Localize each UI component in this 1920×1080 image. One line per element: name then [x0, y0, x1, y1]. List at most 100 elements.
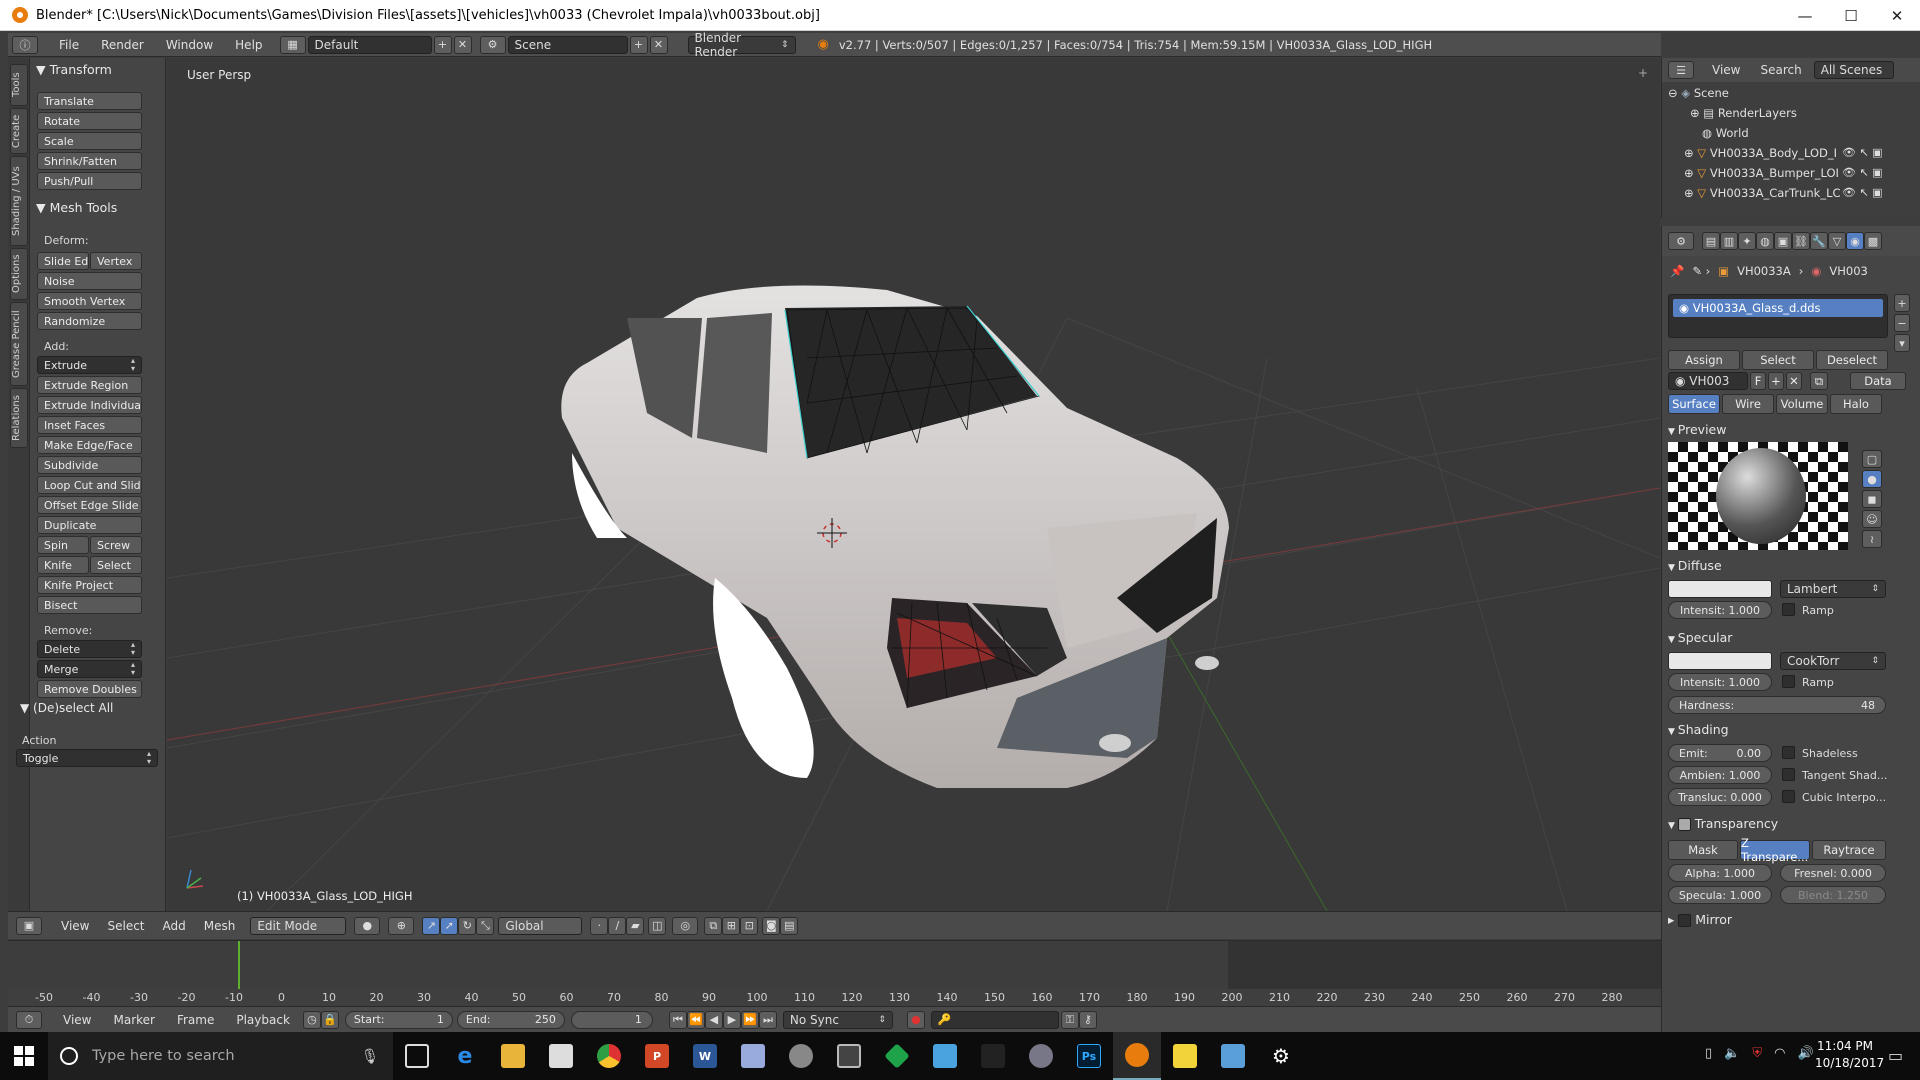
- specular-intensity-field[interactable]: Intensit: 1.000: [1668, 673, 1772, 691]
- outliner-item-world[interactable]: ◍ World: [1702, 126, 1749, 140]
- outliner-menu-view[interactable]: View: [1712, 63, 1740, 77]
- preview-monkey-icon[interactable]: ☺: [1862, 510, 1882, 528]
- paint-app-icon[interactable]: [921, 1032, 969, 1080]
- randomize-button[interactable]: Randomize: [37, 312, 142, 330]
- jump-start-icon[interactable]: ⏮: [668, 1010, 687, 1029]
- manipulator-icon[interactable]: ↗: [422, 916, 441, 935]
- edge-browser-icon[interactable]: e: [441, 1032, 489, 1080]
- timeline-menu-playback[interactable]: Playback: [225, 1013, 301, 1027]
- spin-button[interactable]: Spin: [37, 536, 89, 554]
- settings-gear-icon[interactable]: ⚙: [1257, 1032, 1305, 1080]
- tab-relations[interactable]: Relations: [10, 388, 28, 448]
- translate-button[interactable]: Translate: [37, 92, 142, 110]
- properties-editor-icon[interactable]: ⚙: [1668, 232, 1694, 250]
- scale-button[interactable]: Scale: [37, 132, 142, 150]
- notepad-icon[interactable]: [729, 1032, 777, 1080]
- maximize-button[interactable]: ☐: [1828, 0, 1874, 31]
- outliner-item-body[interactable]: ⊕ ▽ VH0033A_Body_LOD_I: [1684, 146, 1837, 160]
- extrude-dropdown[interactable]: Extrude: [37, 356, 142, 374]
- make-edge-face-button[interactable]: Make Edge/Face: [37, 436, 142, 454]
- windows-start-icon[interactable]: [14, 1046, 34, 1066]
- preview-range-icon[interactable]: ◷: [302, 1010, 321, 1029]
- photoshop-icon[interactable]: Ps: [1065, 1032, 1113, 1080]
- proportional-edit-icon[interactable]: ◎: [672, 916, 699, 935]
- scene-selector[interactable]: Scene: [507, 35, 628, 54]
- material-context-icon[interactable]: ◉: [1846, 232, 1864, 250]
- fake-user-button[interactable]: F: [1750, 372, 1766, 390]
- inset-faces-button[interactable]: Inset Faces: [37, 416, 142, 434]
- smooth-vertex-button[interactable]: Smooth Vertex: [37, 292, 142, 310]
- chrome-icon[interactable]: [585, 1032, 633, 1080]
- noise-button[interactable]: Noise: [37, 272, 142, 290]
- hardness-field[interactable]: Hardness: 48: [1668, 696, 1886, 714]
- deselect-all-panel-header[interactable]: ▼ (De)select All: [20, 701, 113, 715]
- link-data-dropdown[interactable]: Data: [1850, 372, 1906, 390]
- knife-project-button[interactable]: Knife Project: [37, 576, 142, 594]
- material-slot-item[interactable]: ◉ VH0033A_Glass_d.dds: [1673, 299, 1883, 317]
- slot-menu-icon[interactable]: ▾: [1894, 334, 1910, 352]
- timeline-menu-view[interactable]: View: [52, 1013, 102, 1027]
- outliner[interactable]: ⊖ ◈ Scene ⊕ ▤ RenderLayers ◍ World ⊕ ▽ V…: [1661, 82, 1920, 218]
- preview-panel-header[interactable]: Preview: [1668, 422, 1727, 437]
- tab-tools[interactable]: Tools: [10, 64, 28, 106]
- remove-slot-icon[interactable]: −: [1894, 314, 1910, 332]
- trans-ztransparency-button[interactable]: Z Transpare...: [1740, 836, 1810, 864]
- occlude-geometry-icon[interactable]: ◫: [648, 916, 667, 935]
- snap-icon[interactable]: ⧉: [704, 916, 723, 935]
- timeline-menu-marker[interactable]: Marker: [102, 1013, 165, 1027]
- green-gem-app-icon[interactable]: [873, 1032, 921, 1080]
- lock-range-icon[interactable]: 🔒: [320, 1010, 339, 1029]
- mirror-checkbox[interactable]: [1678, 914, 1692, 927]
- vertex-select-icon[interactable]: ·: [590, 916, 609, 935]
- specular-shader-dropdown[interactable]: CookTorr ⇕: [1780, 652, 1886, 670]
- extrude-individual-button[interactable]: Extrude Individual: [37, 396, 142, 414]
- data-context-icon[interactable]: ▽: [1828, 232, 1846, 250]
- tab-create[interactable]: Create: [10, 108, 28, 154]
- menu-select[interactable]: Select: [98, 919, 153, 933]
- transform-panel-header[interactable]: ▼ Transform: [36, 62, 112, 77]
- microphone-icon[interactable]: 🎙: [361, 1048, 379, 1065]
- visibility-eye-icon[interactable]: 👁 ↖ ▣: [1842, 166, 1883, 179]
- outliner-item-bumper[interactable]: ⊕ ▽ VH0033A_Bumper_LOI: [1684, 166, 1839, 180]
- delete-keyframe-icon[interactable]: ⚷: [1078, 1010, 1097, 1029]
- delete-dropdown[interactable]: Delete: [37, 640, 142, 658]
- current-frame-marker[interactable]: [238, 941, 240, 989]
- preview-cube-icon[interactable]: ◼: [1862, 490, 1882, 508]
- play-icon[interactable]: ▶: [722, 1010, 741, 1029]
- merge-dropdown[interactable]: Merge: [37, 660, 142, 678]
- close-button[interactable]: ✕: [1874, 0, 1920, 31]
- translate-manipulator-icon[interactable]: ➚: [440, 916, 459, 935]
- vertex-slide-button[interactable]: Vertex: [90, 252, 142, 270]
- transparency-checkbox[interactable]: [1677, 818, 1691, 831]
- remove-layout-icon[interactable]: ✕: [453, 35, 472, 54]
- texture-context-icon[interactable]: ▩: [1864, 232, 1882, 250]
- new-material-icon[interactable]: +: [1768, 372, 1784, 390]
- start-frame-field[interactable]: Start: 1: [344, 1010, 453, 1029]
- duplicate-button[interactable]: Duplicate: [37, 516, 142, 534]
- sync-dropdown[interactable]: No Sync ⇕: [782, 1010, 893, 1029]
- unlink-material-icon[interactable]: ✕: [1786, 372, 1802, 390]
- menu-help[interactable]: Help: [224, 38, 273, 52]
- assign-button[interactable]: Assign: [1668, 350, 1740, 370]
- face-select-icon[interactable]: ▰: [626, 916, 645, 935]
- tab-grease-pencil[interactable]: Grease Pencil: [10, 302, 28, 386]
- menu-render[interactable]: Render: [90, 38, 155, 52]
- shadeless-checkbox[interactable]: [1782, 746, 1795, 759]
- diffuse-intensity-field[interactable]: Intensit: 1.000: [1668, 601, 1772, 619]
- scene-icon[interactable]: ⚙: [479, 35, 506, 54]
- blend-field[interactable]: Blend: 1.250: [1780, 886, 1886, 904]
- preview-sphere-icon[interactable]: ●: [1862, 470, 1882, 488]
- render-context-icon[interactable]: ▤: [1702, 232, 1720, 250]
- mesh-tools-panel-header[interactable]: ▼ Mesh Tools: [36, 200, 117, 215]
- diffuse-ramp-checkbox[interactable]: [1782, 603, 1795, 616]
- scene-context-icon[interactable]: ✦: [1738, 232, 1756, 250]
- menu-file[interactable]: File: [48, 38, 90, 52]
- jump-keyframe-back-icon[interactable]: ⏪: [686, 1010, 705, 1029]
- push-pull-button[interactable]: Push/Pull: [37, 172, 142, 190]
- outliner-filter-dropdown[interactable]: All Scenes: [1813, 61, 1894, 79]
- viewport-corner-plus-icon[interactable]: +: [1638, 66, 1648, 80]
- timeline[interactable]: -50 -40 -30 -20 -10 0 10 20 30 40 50 60 70 80 90 100 110…: [8, 940, 1661, 1006]
- word-icon[interactable]: W: [681, 1032, 729, 1080]
- trans-mask-button[interactable]: Mask: [1668, 840, 1738, 860]
- play-reverse-icon[interactable]: ◀: [704, 1010, 723, 1029]
